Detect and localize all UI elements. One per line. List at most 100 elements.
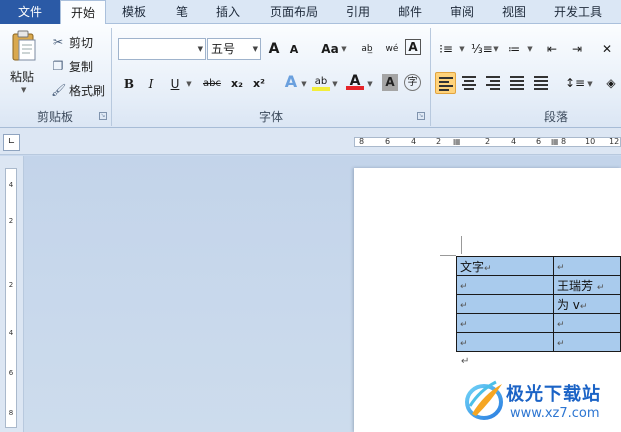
paste-icon[interactable]: [11, 30, 37, 62]
vertical-ruler[interactable]: 4 2 2 4 6 8: [5, 168, 17, 428]
align-center-button[interactable]: [459, 72, 480, 94]
cell-end-mark: ↵: [556, 263, 565, 273]
ruler-bar: ∟ 8 6 4 2 ▦ 2 4 6 ▦ 8 10 12: [0, 128, 621, 155]
tab-home[interactable]: 开始: [60, 0, 106, 25]
ruler-tick-label: 12: [609, 137, 620, 146]
table-cell[interactable]: ↵: [456, 294, 554, 314]
table-row: 文字↵ ↵: [456, 256, 621, 276]
chevron-down-icon[interactable]: ▼: [586, 75, 594, 93]
cell-end-mark: ↵: [460, 339, 468, 349]
document-table[interactable]: 文字↵ ↵ ↵ 王瑞芳 ↵ ↵ 为 v↵ ↵ ↵ ↵ ↵: [456, 256, 621, 352]
superscript-button[interactable]: x²: [250, 75, 268, 93]
paragraph-mark: ↵: [461, 356, 470, 367]
format-painter-button[interactable]: 🖌 格式刷: [51, 81, 105, 99]
table-cell[interactable]: 王瑞芳 ↵: [552, 275, 621, 295]
justify-button[interactable]: [507, 72, 528, 94]
italic-button[interactable]: I: [142, 75, 160, 93]
shrink-font-button[interactable]: A: [285, 41, 303, 59]
ruler-tick-label: 8: [8, 409, 14, 417]
font-name-combo[interactable]: ▼: [118, 38, 206, 60]
tab-stop-selector-icon[interactable]: ∟: [3, 134, 20, 151]
chevron-down-icon[interactable]: ▼: [526, 40, 534, 58]
numbering-icon[interactable]: ⅓≡: [471, 40, 493, 58]
cut-button[interactable]: ✂ 剪切: [51, 33, 93, 51]
cell-end-mark: ↵: [460, 301, 468, 311]
file-menu-button[interactable]: 文件: [0, 0, 60, 24]
chevron-down-icon[interactable]: ▼: [198, 39, 203, 59]
grow-font-button[interactable]: A: [265, 40, 283, 58]
line-spacing-icon[interactable]: ↕≡: [565, 74, 585, 92]
ruler-grid-marker-icon: ▦: [551, 137, 559, 146]
text-effects-icon[interactable]: A: [282, 73, 300, 91]
tab-page-layout[interactable]: 页面布局: [262, 0, 326, 24]
highlight-button[interactable]: ab: [312, 73, 330, 91]
paste-dropdown-icon[interactable]: ▼: [21, 86, 26, 94]
clipboard-group-label: 剪贴板: [36, 110, 73, 124]
align-right-icon: [486, 76, 500, 92]
site-watermark: 极光下载站 www.xz7.com: [462, 376, 618, 428]
tab-view[interactable]: 视图: [494, 0, 534, 24]
multilevel-list-icon[interactable]: ≔: [505, 40, 523, 58]
ruler-tick-label: 4: [8, 181, 14, 189]
table-row: ↵ ↵: [456, 313, 621, 333]
chevron-down-icon[interactable]: ▼: [458, 40, 466, 58]
character-shading-icon[interactable]: A: [382, 74, 398, 91]
underline-button[interactable]: U: [166, 75, 184, 93]
font-launcher-icon[interactable]: ↘: [417, 112, 425, 120]
site-logo-icon: [465, 380, 503, 420]
ruler-tick-label: 2: [8, 281, 14, 289]
paste-button-label[interactable]: 粘贴: [10, 68, 34, 85]
horizontal-ruler[interactable]: 8 6 4 2 ▦ 2 4 6 ▦ 8 10 12: [354, 137, 621, 147]
chevron-down-icon[interactable]: ▼: [300, 75, 308, 93]
distributed-button[interactable]: [531, 72, 552, 94]
table-cell[interactable]: 为 v↵: [552, 294, 621, 314]
tab-mailings[interactable]: 邮件: [390, 0, 430, 24]
strikethrough-button[interactable]: abc: [200, 75, 224, 93]
cell-end-mark: ↵: [556, 339, 565, 349]
font-size-value: 五号: [211, 42, 236, 56]
table-cell[interactable]: ↵: [456, 313, 554, 333]
table-cell[interactable]: 文字↵: [456, 256, 554, 276]
scissors-icon: ✂: [52, 35, 64, 49]
increase-indent-icon[interactable]: ⇥: [568, 40, 586, 58]
copy-button[interactable]: ❐ 复制: [51, 57, 93, 75]
table-cell[interactable]: ↵: [552, 332, 621, 352]
chevron-down-icon[interactable]: ▼: [366, 75, 374, 93]
cell-end-mark: ↵: [460, 282, 468, 292]
tab-references[interactable]: 引用: [338, 0, 378, 24]
shading-bucket-icon[interactable]: ◈: [602, 74, 620, 92]
clipboard-launcher-icon[interactable]: ↘: [99, 112, 107, 120]
subscript-button[interactable]: x₂: [228, 75, 246, 93]
tab-developer[interactable]: 开发工具: [546, 0, 610, 24]
enclose-character-icon[interactable]: 字: [404, 74, 421, 91]
character-border-icon[interactable]: A: [405, 39, 421, 55]
bullets-icon[interactable]: ⁝≡: [437, 40, 455, 58]
chevron-down-icon[interactable]: ▼: [492, 40, 500, 58]
table-cell[interactable]: ↵: [552, 313, 621, 333]
chevron-down-icon[interactable]: ▼: [331, 75, 339, 93]
menu-bar: 文件 开始 模板 笔 插入 页面布局 引用 邮件 审阅 视图 开发工具: [0, 0, 621, 25]
tab-template[interactable]: 模板: [114, 0, 154, 24]
chevron-down-icon[interactable]: ▼: [185, 75, 193, 93]
phonetic-icon[interactable]: wé: [383, 40, 401, 58]
align-left-button[interactable]: [435, 72, 456, 94]
tab-pen[interactable]: 笔: [168, 0, 196, 24]
align-right-button[interactable]: [483, 72, 504, 94]
font-color-button[interactable]: A: [346, 72, 364, 90]
pinyin-guide-icon[interactable]: ab̲: [358, 40, 376, 58]
table-cell[interactable]: ↵: [456, 332, 554, 352]
font-size-combo[interactable]: 五号 ▼: [207, 38, 261, 60]
asian-layout-icon[interactable]: ✕: [598, 40, 616, 58]
chevron-down-icon[interactable]: ▼: [253, 39, 258, 59]
decrease-indent-icon[interactable]: ⇤: [543, 40, 561, 58]
watermark-title: 极光下载站: [506, 384, 601, 405]
change-case-button[interactable]: Aa: [318, 40, 342, 58]
paragraph-group-label: 段落: [543, 110, 568, 124]
tab-insert[interactable]: 插入: [208, 0, 248, 24]
bold-button[interactable]: B: [120, 75, 138, 93]
paintbrush-icon: 🖌: [51, 83, 67, 97]
table-cell[interactable]: ↵: [456, 275, 554, 295]
tab-review[interactable]: 审阅: [442, 0, 482, 24]
table-cell[interactable]: ↵: [552, 256, 621, 276]
chevron-down-icon[interactable]: ▼: [340, 40, 348, 58]
